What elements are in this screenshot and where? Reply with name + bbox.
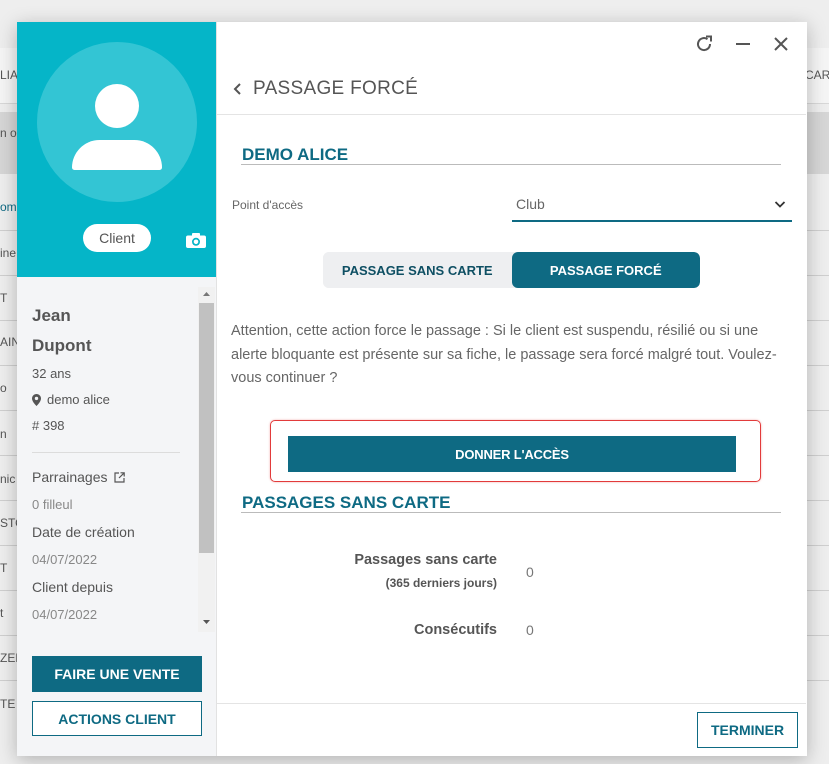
- bg-fragment: CAR: [805, 68, 829, 82]
- tab-passage-force[interactable]: PASSAGE FORCÉ: [511, 252, 700, 288]
- bg-row-line: [0, 455, 18, 456]
- dialog-header: PASSAGE FORCÉ: [231, 78, 418, 100]
- stat-consecutive-label: Consécutifs: [414, 622, 497, 638]
- avatar-head: [95, 84, 139, 128]
- divider: [32, 452, 180, 453]
- bg-row-line: [0, 635, 18, 636]
- avatar-body: [72, 140, 162, 170]
- footer-divider: [217, 703, 806, 704]
- passage-mode-toggle: PASSAGE SANS CARTE PASSAGE FORCÉ: [323, 252, 700, 288]
- bg-row-line: [0, 680, 18, 681]
- stat-passages-value: 0: [526, 564, 534, 580]
- bg-row-line: [807, 320, 829, 321]
- access-point-select[interactable]: Club: [512, 190, 792, 222]
- club-section-title: DEMO ALICE: [242, 145, 349, 164]
- bg-row-line: [807, 590, 829, 591]
- tab-passage-sans-carte[interactable]: PASSAGE SANS CARTE: [323, 252, 512, 288]
- bg-row-line: [807, 275, 829, 276]
- client-type-badge: Client: [83, 224, 151, 252]
- chevron-down-icon: [774, 201, 786, 208]
- section-divider: [241, 512, 781, 513]
- external-link-icon[interactable]: [113, 471, 125, 483]
- referrals-label[interactable]: Parrainages: [32, 463, 184, 491]
- stat-passages-label: Passages sans carte: [354, 552, 497, 568]
- section-divider: [241, 164, 781, 165]
- bg-row-line: [807, 230, 829, 231]
- give-access-button[interactable]: DONNER L'ACCÈS: [288, 436, 736, 472]
- access-point-label: Point d'accès: [232, 198, 303, 212]
- bg-row-line: [0, 500, 18, 501]
- scroll-down-icon[interactable]: [198, 615, 215, 629]
- client-age: 32 ans: [32, 366, 72, 381]
- bg-row-line: [807, 545, 829, 546]
- client-last-name: Dupont: [32, 336, 92, 355]
- client-actions-button[interactable]: ACTIONS CLIENT: [32, 701, 202, 736]
- bg-row-line: [0, 410, 18, 411]
- client-location-text: demo alice: [47, 392, 110, 407]
- bg-row-line: [0, 365, 18, 366]
- minimize-icon[interactable]: [731, 34, 755, 54]
- main-panel: PASSAGE FORCÉ DEMO ALICE Point d'accès C…: [217, 22, 807, 756]
- stat-consecutive-value: 0: [526, 622, 534, 638]
- camera-icon[interactable]: [186, 233, 206, 248]
- created-value: 04/07/2022: [32, 552, 98, 567]
- bg-row-line: [0, 590, 18, 591]
- bg-row-line: [807, 410, 829, 411]
- bg-row-line: [807, 680, 829, 681]
- refresh-icon[interactable]: [693, 34, 717, 54]
- avatar: [37, 42, 197, 202]
- client-sidebar: Client Jean Dupont 32 ans demo alice # 3…: [17, 22, 217, 756]
- make-sale-button[interactable]: FAIRE UNE VENTE: [32, 656, 202, 692]
- client-since-label: Client depuis: [32, 579, 113, 595]
- referrals-label-text: Parrainages: [32, 469, 108, 485]
- scroll-thumb[interactable]: [199, 303, 214, 553]
- access-point-value: Club: [516, 196, 545, 212]
- client-header: Client: [17, 22, 216, 277]
- sidebar-scrollbar[interactable]: [198, 287, 215, 632]
- stat-passages-sublabel: (365 derniers jours): [385, 576, 497, 590]
- bg-row-line: [807, 635, 829, 636]
- client-info-scroll[interactable]: Jean Dupont 32 ans demo alice # 398 Parr…: [17, 287, 217, 637]
- page-title: PASSAGE FORCÉ: [253, 78, 419, 99]
- bg-row-line: [0, 230, 18, 231]
- created-label: Date de création: [32, 524, 135, 540]
- warning-message: Attention, cette action force le passage…: [231, 323, 777, 386]
- close-icon[interactable]: [769, 34, 793, 54]
- passages-section-title: PASSAGES SANS CARTE: [242, 493, 451, 512]
- scroll-up-icon[interactable]: [198, 287, 215, 301]
- bg-row-line: [807, 365, 829, 366]
- client-first-name: Jean: [32, 306, 71, 325]
- client-location: demo alice: [32, 387, 184, 413]
- bg-row-line: [0, 320, 18, 321]
- bg-row-line: [807, 500, 829, 501]
- bg-row-line: [0, 545, 18, 546]
- bg-row-line: [0, 275, 18, 276]
- bg-row-line: [807, 455, 829, 456]
- referrals-value: 0 filleul: [32, 497, 73, 512]
- chevron-left-icon[interactable]: [231, 81, 245, 97]
- client-since-value: 04/07/2022: [32, 607, 98, 622]
- window-controls: [693, 34, 793, 54]
- header-divider: [217, 114, 806, 115]
- client-number: # 398: [32, 418, 65, 433]
- location-pin-icon: [32, 394, 41, 406]
- client-dialog: Client Jean Dupont 32 ans demo alice # 3…: [17, 22, 807, 756]
- finish-button[interactable]: TERMINER: [697, 712, 798, 748]
